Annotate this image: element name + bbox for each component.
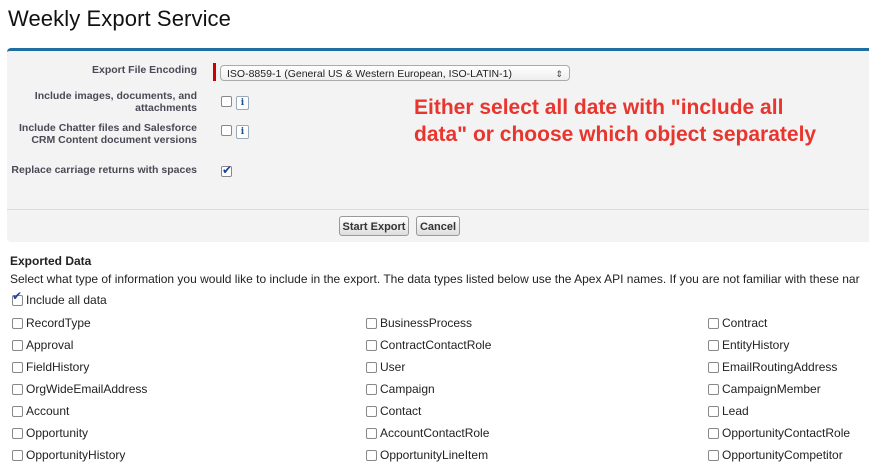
export-object-label: OpportunityLineItem (380, 448, 489, 462)
export-object-label: EntityHistory (722, 338, 790, 352)
export-object-option[interactable]: ContractContactRole (366, 338, 491, 352)
export-object-checkbox[interactable] (366, 318, 377, 329)
export-object-label: Contact (380, 404, 422, 418)
export-object-checkbox[interactable] (708, 406, 719, 417)
export-object-checkbox[interactable] (12, 406, 23, 417)
export-object-checkbox[interactable] (366, 362, 377, 373)
export-object-label: Account (26, 404, 70, 418)
export-object-option[interactable]: Account (12, 404, 69, 418)
include-all-data-option[interactable]: Include all data (12, 293, 107, 307)
export-object-option[interactable]: Opportunity (12, 426, 88, 440)
export-object-option[interactable]: OpportunityLineItem (366, 448, 488, 462)
export-object-label: EmailRoutingAddress (722, 360, 838, 374)
export-object-label: User (380, 360, 406, 374)
page-title: Weekly Export Service (8, 6, 231, 31)
export-object-label: Approval (26, 338, 74, 352)
export-object-checkbox[interactable] (12, 340, 23, 351)
export-object-label: OpportunityContactRole (722, 426, 851, 440)
export-object-option[interactable]: AccountContactRole (366, 426, 489, 440)
export-object-option[interactable]: User (366, 360, 405, 374)
export-object-option[interactable]: Approval (12, 338, 73, 352)
include-images-label: Include images, documents, and attachmen… (34, 90, 197, 114)
export-object-label: BusinessProcess (380, 316, 473, 330)
export-object-label: OpportunityCompetitor (722, 448, 843, 462)
export-object-checkbox[interactable] (12, 362, 23, 373)
include-all-data-checkbox[interactable] (12, 295, 23, 306)
export-object-checkbox[interactable] (12, 428, 23, 439)
export-object-option[interactable]: OpportunityHistory (12, 448, 125, 462)
export-object-checkbox[interactable] (708, 428, 719, 439)
export-object-checkbox[interactable] (12, 318, 23, 329)
export-object-checkbox[interactable] (366, 384, 377, 395)
replace-returns-checkbox[interactable] (221, 163, 232, 177)
export-object-option[interactable]: Contact (366, 404, 421, 418)
annotation-callout: Either select all date with "include all… (414, 96, 817, 146)
export-object-option[interactable]: CampaignMember (708, 382, 821, 396)
export-object-checkbox[interactable] (708, 450, 719, 461)
export-object-label: Lead (722, 404, 749, 418)
export-object-option[interactable]: Lead (708, 404, 749, 418)
export-object-checkbox[interactable] (708, 318, 719, 329)
replace-returns-label: Replace carriage returns with spaces (11, 164, 197, 176)
include-all-data-label: Include all data (26, 293, 107, 307)
export-object-option[interactable]: EntityHistory (708, 338, 789, 352)
export-object-checkbox[interactable] (708, 362, 719, 373)
encoding-value: ISO-8859-1 (General US & Western Europea… (227, 68, 512, 80)
export-object-option[interactable]: OpportunityContactRole (708, 426, 850, 440)
export-object-option[interactable]: Contract (708, 316, 767, 330)
export-object-label: Campaign (380, 382, 435, 396)
include-images-checkbox[interactable] (221, 96, 232, 107)
export-object-option[interactable]: OrgWideEmailAddress (12, 382, 147, 396)
export-object-checkbox[interactable] (708, 340, 719, 351)
export-object-option[interactable]: Campaign (366, 382, 435, 396)
export-object-label: FieldHistory (26, 360, 90, 374)
encoding-select[interactable]: ISO-8859-1 (General US & Western Europea… (220, 65, 570, 81)
info-icon[interactable]: i (236, 96, 249, 110)
export-object-label: Contract (722, 316, 768, 330)
include-chatter-label: Include Chatter files and Salesforce CRM… (19, 122, 197, 146)
export-object-label: RecordType (26, 316, 91, 330)
export-object-option[interactable]: BusinessProcess (366, 316, 472, 330)
start-export-button[interactable]: Start Export (339, 216, 409, 236)
export-object-option[interactable]: OpportunityCompetitor (708, 448, 843, 462)
exported-data-title: Exported Data (10, 254, 92, 268)
export-object-option[interactable]: RecordType (12, 316, 91, 330)
export-object-label: OrgWideEmailAddress (26, 382, 148, 396)
required-indicator (213, 63, 216, 81)
export-object-label: Opportunity (26, 426, 89, 440)
export-object-checkbox[interactable] (366, 450, 377, 461)
cancel-button[interactable]: Cancel (416, 216, 460, 236)
export-object-label: AccountContactRole (380, 426, 490, 440)
export-object-checkbox[interactable] (12, 450, 23, 461)
exported-data-description: Select what type of information you woul… (10, 272, 860, 286)
export-object-label: OpportunityHistory (26, 448, 126, 462)
export-object-option[interactable]: EmailRoutingAddress (708, 360, 837, 374)
select-arrows-icon: ⇕ (555, 69, 563, 79)
info-icon[interactable]: i (236, 125, 249, 139)
export-object-checkbox[interactable] (366, 340, 377, 351)
export-object-option[interactable]: FieldHistory (12, 360, 89, 374)
include-chatter-checkbox[interactable] (221, 125, 232, 136)
export-object-label: CampaignMember (722, 382, 821, 396)
encoding-label: Export File Encoding (91, 64, 197, 76)
export-object-checkbox[interactable] (366, 428, 377, 439)
export-object-checkbox[interactable] (12, 384, 23, 395)
export-object-checkbox[interactable] (366, 406, 377, 417)
export-object-checkbox[interactable] (708, 384, 719, 395)
export-object-label: ContractContactRole (380, 338, 492, 352)
